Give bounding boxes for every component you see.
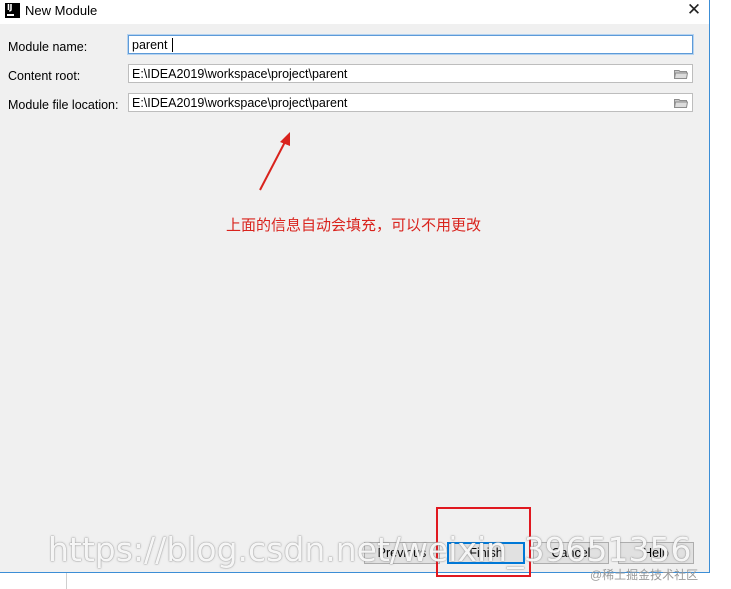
title-bar: IJ New Module ✕ <box>0 0 709 24</box>
content-root-input[interactable] <box>132 66 662 81</box>
content-root-label: Content root: <box>8 69 81 83</box>
module-name-field[interactable] <box>128 35 693 54</box>
annotation-arrow-icon <box>259 132 290 191</box>
folder-icon[interactable] <box>674 98 688 108</box>
module-file-location-field[interactable] <box>128 93 693 112</box>
close-icon[interactable]: ✕ <box>684 1 704 19</box>
background <box>710 0 731 589</box>
window-title: New Module <box>25 3 98 18</box>
module-name-label: Module name: <box>8 40 88 54</box>
folder-icon[interactable] <box>674 69 688 79</box>
watermark-text: https://blog.csdn.net/weixin_39651356 <box>48 530 692 569</box>
module-name-input[interactable] <box>132 37 662 52</box>
annotation-text: 上面的信息自动会填充，可以不用更改 <box>226 217 482 234</box>
text-caret <box>172 38 173 52</box>
content-root-field[interactable] <box>128 64 693 83</box>
intellij-logo-icon: IJ <box>5 3 20 18</box>
corner-watermark: @稀土掘金技术社区 <box>590 568 699 582</box>
module-file-location-label: Module file location: <box>8 98 119 112</box>
module-file-location-input[interactable] <box>132 95 662 110</box>
